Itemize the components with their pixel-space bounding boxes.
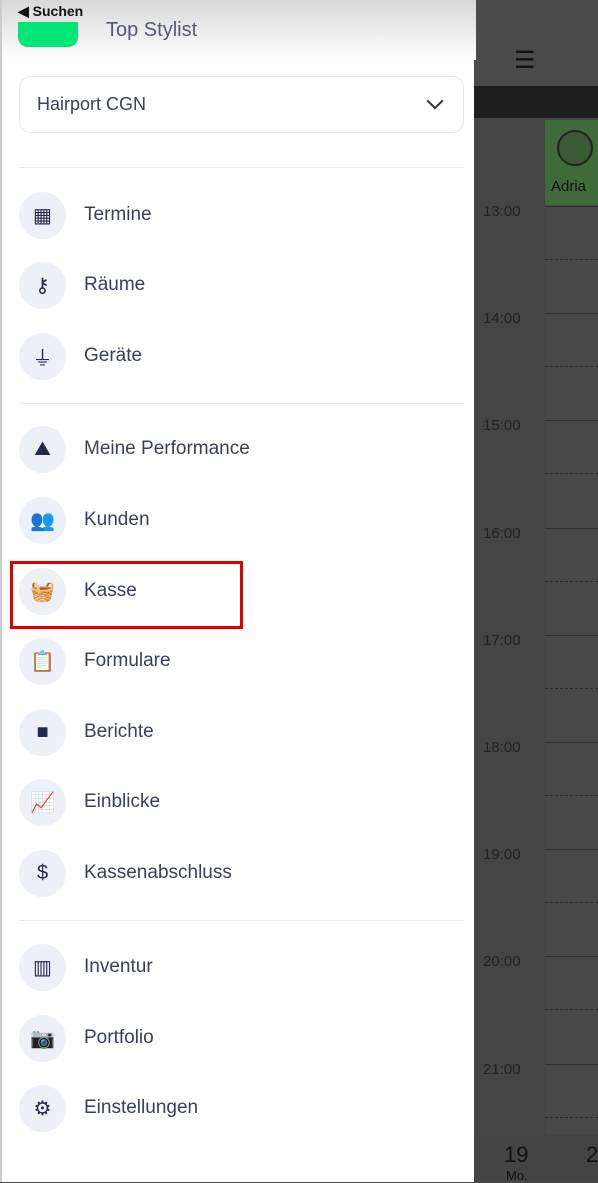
navigation-drawer: ◀ Suchen Top Stylist Hairport CGN ▦ Termi… <box>0 0 476 1182</box>
folder-icon: ■ <box>19 708 66 756</box>
users-icon: 👥 <box>19 496 66 544</box>
staff-name: Adria <box>551 178 587 195</box>
menu-item-meine-performance[interactable]: ⛰ Meine Performance <box>19 421 464 477</box>
menu-item-label: Meine Performance <box>84 438 250 459</box>
menu-item-einblicke[interactable]: 📈 Einblicke <box>19 774 464 830</box>
hour-line <box>545 849 598 851</box>
menu-item-label: Kunden <box>84 509 150 530</box>
time-label: 16:00 <box>483 524 521 542</box>
clipboard-icon: 📋 <box>19 637 66 685</box>
divider <box>19 403 464 404</box>
hour-line <box>545 206 598 207</box>
menu-item-formulare[interactable]: 📋 Formulare <box>19 633 464 689</box>
background-calendar: ☰ Adria 19 Mo. 2 <box>474 0 598 1183</box>
menu-item-label: Geräte <box>84 345 143 366</box>
menu-item-termine[interactable]: ▦ Termine <box>19 187 464 243</box>
location-value: Hairport CGN <box>37 94 147 114</box>
menu-item-label: Räume <box>84 274 146 295</box>
hour-line <box>545 420 598 422</box>
hour-line <box>545 527 598 529</box>
day-name: Mo. <box>506 1168 528 1183</box>
time-label: 19:00 <box>483 846 521 864</box>
back-link[interactable]: ◀ Suchen <box>18 3 83 20</box>
dollar-circle-icon: $ <box>19 849 66 897</box>
half-hour-line <box>545 687 598 689</box>
gear-icon: ⚙ <box>19 1084 66 1132</box>
user-avatar <box>18 22 78 47</box>
menu-item-kunden[interactable]: 👥 Kunden <box>19 492 464 548</box>
barcode-icon: ▥ <box>19 943 66 991</box>
location-select[interactable]: Hairport CGN <box>19 76 464 133</box>
menu-item-portfolio[interactable]: 📷 Portfolio <box>19 1010 464 1066</box>
menu-item-berichte[interactable]: ■ Berichte <box>19 704 464 760</box>
time-label: 18:00 <box>483 739 521 756</box>
half-hour-line <box>545 902 598 904</box>
hour-line <box>545 313 598 315</box>
time-label: 14:00 <box>483 310 521 328</box>
hour-line <box>545 634 598 636</box>
menu-item-label: Kassenabschluss <box>84 862 232 883</box>
menu-item-label: Berichte <box>84 721 154 742</box>
staff-column-header[interactable]: Adria <box>545 120 598 205</box>
half-hour-line <box>545 1009 598 1011</box>
menu-icon[interactable]: ☰ <box>514 46 536 75</box>
day-number[interactable]: 19 <box>504 1142 528 1168</box>
camera-icon: 📷 <box>19 1014 66 1062</box>
calendar-icon: ▦ <box>19 191 66 239</box>
chart-presentation-icon: 📈 <box>19 778 66 826</box>
menu-item-label: Einstellungen <box>84 1097 199 1118</box>
half-hour-line <box>545 580 598 582</box>
time-label: 13:00 <box>483 203 521 220</box>
user-title: Top Stylist <box>106 19 198 41</box>
half-hour-line <box>545 259 598 260</box>
hour-line <box>545 1063 598 1065</box>
highlight-box <box>10 561 243 629</box>
half-hour-line <box>545 366 598 368</box>
half-hour-line <box>545 473 598 475</box>
next-day-number[interactable]: 2 <box>586 1142 598 1168</box>
menu-item-inventur[interactable]: ▥ Inventur <box>19 939 464 995</box>
menu-item-räume[interactable]: ⚷ Räume <box>19 257 464 313</box>
menu-item-label: Inventur <box>84 956 153 977</box>
time-label: 21:00 <box>483 1060 521 1078</box>
plug-icon: ⏚ <box>19 332 66 380</box>
menu-item-label: Formulare <box>84 650 171 671</box>
hour-line <box>545 742 598 743</box>
avatar-icon <box>557 130 593 166</box>
time-label: 15:00 <box>483 417 521 435</box>
mountain-flag-icon: ⛰ <box>19 425 66 473</box>
divider <box>19 920 464 921</box>
menu-item-geräte[interactable]: ⏚ Geräte <box>19 328 464 384</box>
menu-item-label: Termine <box>84 204 152 225</box>
menu-item-label: Einblicke <box>84 791 161 812</box>
half-hour-line <box>545 1116 598 1118</box>
menu-item-kassenabschluss[interactable]: $ Kassenabschluss <box>19 845 464 901</box>
menu-item-einstellungen[interactable]: ⚙ Einstellungen <box>19 1080 464 1136</box>
menu-item-label: Portfolio <box>84 1027 154 1048</box>
time-label: 17:00 <box>483 631 521 649</box>
half-hour-line <box>545 795 598 796</box>
key-icon: ⚷ <box>19 261 66 309</box>
hour-line <box>545 956 598 958</box>
chevron-down-icon <box>426 92 444 110</box>
divider <box>19 167 464 168</box>
time-label: 20:00 <box>483 953 521 971</box>
